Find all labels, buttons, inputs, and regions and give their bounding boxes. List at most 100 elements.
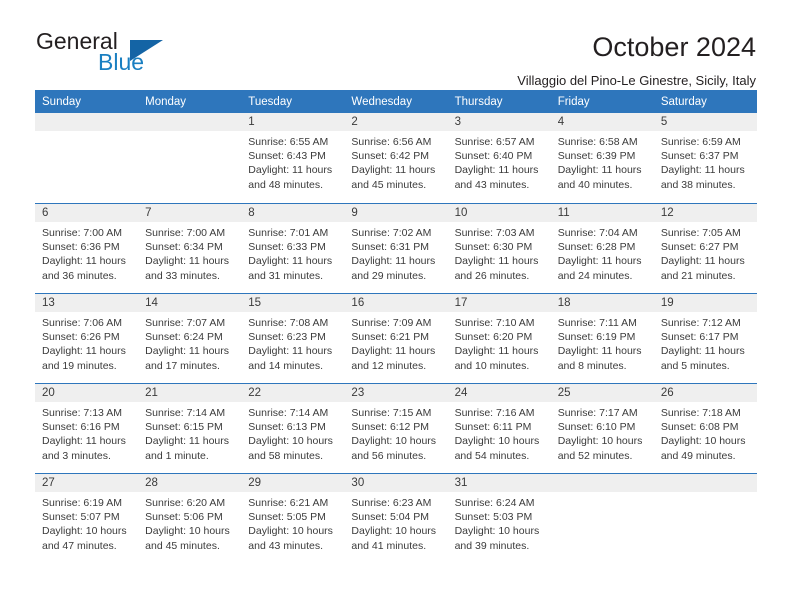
day-cell[interactable]: 21 Sunrise: 7:14 AM Sunset: 6:15 PM Dayligh…	[138, 383, 242, 473]
day-number: 1	[241, 113, 345, 131]
day-cell[interactable]: 1 Sunrise: 6:55 AM Sunset: 6:43 PM Daylight…	[241, 113, 345, 203]
day-cell[interactable]: 25 Sunrise: 7:17 AM Sunset: 6:10 PM Dayligh…	[550, 383, 654, 473]
daylight-text-line2: and 1 minute.	[145, 449, 209, 462]
day-cell[interactable]: 23 Sunrise: 7:15 AM Sunset: 6:12 PM Dayligh…	[344, 383, 448, 473]
day-number: 8	[241, 204, 345, 222]
day-cell[interactable]: 26 Sunrise: 7:18 AM Sunset: 6:08 PM Dayligh…	[653, 383, 757, 473]
day-cell[interactable]: 9 Sunrise: 7:02 AM Sunset: 6:31 PM Daylight…	[344, 203, 448, 293]
calendar-cell: 29 Sunrise: 6:21 AM Sunset: 5:05 PM Dayligh…	[241, 473, 345, 563]
day-cell[interactable]: 7 Sunrise: 7:00 AM Sunset: 6:34 PM Daylight…	[138, 203, 242, 293]
calendar-week-row: 27 Sunrise: 6:19 AM Sunset: 5:07 PM Dayligh…	[35, 473, 757, 563]
day-details: Sunrise: 6:23 AM Sunset: 5:04 PM Daylight:…	[344, 492, 447, 553]
calendar-cell: 31 Sunrise: 6:24 AM Sunset: 5:03 PM Dayligh…	[447, 473, 551, 563]
day-cell[interactable]: 6 Sunrise: 7:00 AM Sunset: 6:36 PM Daylight…	[35, 203, 139, 293]
general-blue-logo[interactable]: General Blue	[36, 28, 216, 78]
calendar-cell	[138, 113, 242, 203]
calendar-week-row: 20 Sunrise: 7:13 AM Sunset: 6:16 PM Dayligh…	[35, 383, 757, 473]
day-number: 25	[550, 384, 654, 402]
sunrise-text: Sunrise: 6:21 AM	[248, 497, 329, 509]
day-number: 2	[344, 113, 448, 131]
day-details: Sunrise: 7:02 AM Sunset: 6:31 PM Daylight:…	[344, 222, 447, 283]
sunset-text: Sunset: 6:19 PM	[557, 331, 636, 344]
calendar-week-row: 13 Sunrise: 7:06 AM Sunset: 6:26 PM Dayligh…	[35, 293, 757, 383]
calendar-cell: 21 Sunrise: 7:14 AM Sunset: 6:15 PM Dayligh…	[138, 383, 242, 473]
day-cell[interactable]: 16 Sunrise: 7:09 AM Sunset: 6:21 PM Dayligh…	[344, 293, 448, 383]
sunset-text: Sunset: 6:10 PM	[557, 421, 636, 434]
day-cell[interactable]: 30 Sunrise: 6:23 AM Sunset: 5:04 PM Dayligh…	[344, 473, 448, 563]
calendar-cell: 3 Sunrise: 6:57 AM Sunset: 6:40 PM Daylight…	[447, 113, 551, 203]
day-details: Sunrise: 6:20 AM Sunset: 5:06 PM Daylight:…	[138, 492, 241, 553]
day-cell[interactable]: 3 Sunrise: 6:57 AM Sunset: 6:40 PM Daylight…	[447, 113, 551, 203]
day-cell	[653, 473, 757, 563]
daylight-text-line2: and 36 minutes.	[42, 269, 117, 282]
daylight-text-line2: and 17 minutes.	[145, 359, 220, 372]
day-number: 18	[550, 294, 654, 312]
sunrise-text: Sunrise: 6:58 AM	[557, 136, 638, 148]
sunrise-text: Sunrise: 6:19 AM	[42, 497, 122, 509]
day-cell[interactable]: 2 Sunrise: 6:56 AM Sunset: 6:42 PM Daylight…	[344, 113, 448, 203]
calendar-week-row: 6 Sunrise: 7:00 AM Sunset: 6:36 PM Daylight…	[35, 203, 757, 293]
day-cell[interactable]: 19 Sunrise: 7:12 AM Sunset: 6:17 PM Dayligh…	[653, 293, 757, 383]
day-cell[interactable]: 18 Sunrise: 7:11 AM Sunset: 6:19 PM Dayligh…	[550, 293, 654, 383]
daylight-text-line1: Daylight: 10 hours	[454, 435, 540, 448]
sunrise-text: Sunrise: 7:11 AM	[557, 317, 637, 329]
sunset-text: Sunset: 6:27 PM	[660, 241, 739, 254]
day-cell[interactable]: 24 Sunrise: 7:16 AM Sunset: 6:11 PM Dayligh…	[447, 383, 551, 473]
calendar-cell: 2 Sunrise: 6:56 AM Sunset: 6:42 PM Daylight…	[344, 113, 448, 203]
day-cell[interactable]: 10 Sunrise: 7:03 AM Sunset: 6:30 PM Dayligh…	[447, 203, 551, 293]
day-details: Sunrise: 7:17 AM Sunset: 6:10 PM Daylight:…	[551, 402, 654, 463]
calendar-cell: 8 Sunrise: 7:01 AM Sunset: 6:33 PM Daylight…	[241, 203, 345, 293]
daylight-text-line1: Daylight: 10 hours	[557, 435, 643, 448]
daylight-text-line2: and 5 minutes.	[660, 359, 730, 372]
day-details: Sunrise: 7:05 AM Sunset: 6:27 PM Daylight:…	[654, 222, 757, 283]
sunrise-text: Sunrise: 7:15 AM	[351, 407, 432, 419]
sunset-text: Sunset: 5:06 PM	[145, 511, 223, 524]
sunset-text: Sunset: 5:03 PM	[454, 511, 533, 524]
calendar-cell: 28 Sunrise: 6:20 AM Sunset: 5:06 PM Dayligh…	[138, 473, 242, 563]
day-number: 26	[653, 384, 757, 402]
calendar-cell: 19 Sunrise: 7:12 AM Sunset: 6:17 PM Dayligh…	[653, 293, 757, 383]
weekday-header-wednesday: Wednesday	[344, 90, 448, 113]
day-number: 4	[550, 113, 654, 131]
day-cell[interactable]: 13 Sunrise: 7:06 AM Sunset: 6:26 PM Dayligh…	[35, 293, 139, 383]
sunrise-text: Sunrise: 7:00 AM	[42, 227, 122, 239]
day-cell[interactable]: 12 Sunrise: 7:05 AM Sunset: 6:27 PM Dayligh…	[653, 203, 757, 293]
day-cell[interactable]: 27 Sunrise: 6:19 AM Sunset: 5:07 PM Dayligh…	[35, 473, 139, 563]
day-cell[interactable]: 31 Sunrise: 6:24 AM Sunset: 5:03 PM Dayligh…	[447, 473, 551, 563]
day-number: 17	[447, 294, 551, 312]
daylight-text-line1: Daylight: 11 hours	[454, 164, 539, 177]
sunrise-text: Sunrise: 6:56 AM	[351, 136, 432, 148]
daylight-text-line2: and 21 minutes.	[660, 269, 736, 282]
sunrise-text: Sunrise: 6:20 AM	[145, 497, 226, 509]
day-number: 9	[344, 204, 448, 222]
day-cell[interactable]: 15 Sunrise: 7:08 AM Sunset: 6:23 PM Dayligh…	[241, 293, 345, 383]
daylight-text-line1: Daylight: 11 hours	[145, 345, 229, 358]
sunset-text: Sunset: 6:21 PM	[351, 331, 430, 344]
day-cell[interactable]: 20 Sunrise: 7:13 AM Sunset: 6:16 PM Dayligh…	[35, 383, 139, 473]
day-cell[interactable]: 14 Sunrise: 7:07 AM Sunset: 6:24 PM Dayligh…	[138, 293, 242, 383]
page-header: General Blue October 2024 Villaggio del …	[0, 0, 792, 88]
day-cell[interactable]: 29 Sunrise: 6:21 AM Sunset: 5:05 PM Dayligh…	[241, 473, 345, 563]
sunset-text: Sunset: 6:24 PM	[145, 331, 223, 344]
sunset-text: Sunset: 6:20 PM	[454, 331, 533, 344]
day-cell[interactable]: 8 Sunrise: 7:01 AM Sunset: 6:33 PM Daylight…	[241, 203, 345, 293]
day-number	[138, 113, 242, 131]
day-cell[interactable]: 5 Sunrise: 6:59 AM Sunset: 6:37 PM Daylight…	[653, 113, 757, 203]
sunrise-text: Sunrise: 6:57 AM	[454, 136, 535, 148]
calendar-header-row: Sunday Monday Tuesday Wednesday Thursday Frid…	[35, 90, 757, 113]
day-cell[interactable]: 11 Sunrise: 7:04 AM Sunset: 6:28 PM Dayligh…	[550, 203, 654, 293]
sunset-text: Sunset: 6:40 PM	[454, 150, 533, 163]
sunset-text: Sunset: 6:23 PM	[248, 331, 326, 344]
weekday-header-saturday: Saturday	[653, 90, 757, 113]
sunrise-text: Sunrise: 6:59 AM	[660, 136, 741, 148]
day-cell[interactable]: 22 Sunrise: 7:14 AM Sunset: 6:13 PM Dayligh…	[241, 383, 345, 473]
day-details: Sunrise: 7:18 AM Sunset: 6:08 PM Daylight:…	[654, 402, 757, 463]
day-cell[interactable]: 28 Sunrise: 6:20 AM Sunset: 5:06 PM Dayligh…	[138, 473, 242, 563]
day-cell[interactable]: 17 Sunrise: 7:10 AM Sunset: 6:20 PM Dayligh…	[447, 293, 551, 383]
weekday-header-monday: Monday	[138, 90, 242, 113]
sunset-text: Sunset: 5:07 PM	[42, 511, 120, 524]
calendar-cell: 11 Sunrise: 7:04 AM Sunset: 6:28 PM Dayligh…	[550, 203, 654, 293]
daylight-text-line1: Daylight: 11 hours	[42, 255, 126, 268]
daylight-text-line2: and 14 minutes.	[248, 359, 323, 372]
day-cell[interactable]: 4 Sunrise: 6:58 AM Sunset: 6:39 PM Daylight…	[550, 113, 654, 203]
